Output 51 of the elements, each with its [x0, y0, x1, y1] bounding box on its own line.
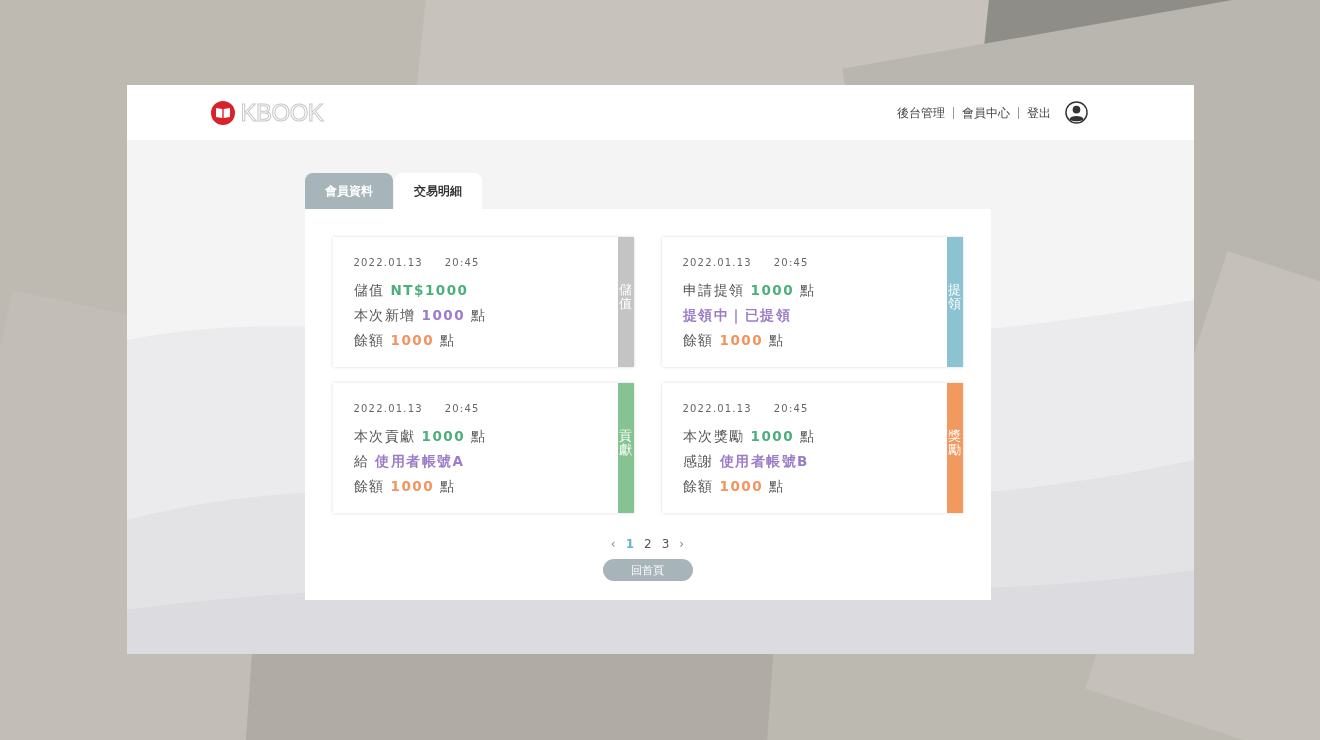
- record-text: 1000: [750, 428, 795, 444]
- record-text: 點: [769, 332, 785, 348]
- record-text: 餘額: [682, 332, 714, 348]
- type-tag: 提領: [946, 237, 963, 367]
- record-text: 提領中｜已提領: [682, 307, 791, 323]
- record-text: 本次獎勵: [682, 428, 745, 444]
- record-text: 1000: [750, 282, 795, 298]
- page-link[interactable]: 3: [661, 537, 670, 551]
- nav-link[interactable]: 後台管理: [888, 106, 953, 119]
- record-text: 點: [471, 428, 487, 444]
- record-text: 餘額: [682, 478, 714, 494]
- date-text: 2022.01.13: [682, 403, 752, 414]
- record-text: 感謝: [682, 453, 714, 469]
- record-text: 點: [440, 478, 456, 494]
- tab[interactable]: 交易明細: [393, 173, 482, 209]
- record-text: 1000: [719, 332, 764, 348]
- date-text: 2022.01.13: [682, 257, 752, 268]
- record-text: 點: [800, 282, 816, 298]
- next-page-link[interactable]: ›: [679, 537, 685, 551]
- record-text: 點: [769, 478, 785, 494]
- record-text: 餘額: [353, 478, 385, 494]
- record-text: 申請提領: [682, 282, 745, 298]
- record-text: 餘額: [353, 332, 385, 348]
- record-text: 使用者帳號B: [719, 453, 809, 469]
- prev-page-link[interactable]: ‹: [610, 537, 616, 551]
- record-text: 使用者帳號A: [375, 453, 465, 469]
- record-text: NT$1000: [390, 282, 469, 298]
- date-text: 2022.01.13: [353, 257, 423, 268]
- record-text: 1000: [421, 428, 466, 444]
- page-link[interactable]: 2: [644, 537, 652, 551]
- record-text: 點: [471, 307, 487, 323]
- nav-link[interactable]: 會員中心: [952, 106, 1018, 119]
- record-text: 儲值: [353, 282, 385, 298]
- time-text: 20:45: [444, 403, 480, 414]
- record-text: 點: [800, 428, 816, 444]
- record-text: 1000: [390, 332, 435, 348]
- nav-link[interactable]: 登出: [1017, 106, 1059, 119]
- record-text: 給: [353, 453, 369, 469]
- time-text: 20:45: [444, 257, 480, 268]
- record-text: 點: [440, 332, 456, 348]
- type-tag: 儲值: [617, 237, 634, 367]
- type-tag: 貢獻: [617, 383, 634, 513]
- record-text: 本次新增: [353, 307, 416, 323]
- date-text: 2022.01.13: [353, 403, 423, 414]
- type-tag: 獎勵: [946, 383, 963, 513]
- time-text: 20:45: [773, 403, 809, 414]
- record-text: 1000: [719, 478, 764, 494]
- record-text: 1000: [421, 307, 466, 323]
- record-text: 本次貢獻: [353, 428, 416, 444]
- record-text: 1000: [390, 478, 435, 494]
- time-text: 20:45: [773, 257, 809, 268]
